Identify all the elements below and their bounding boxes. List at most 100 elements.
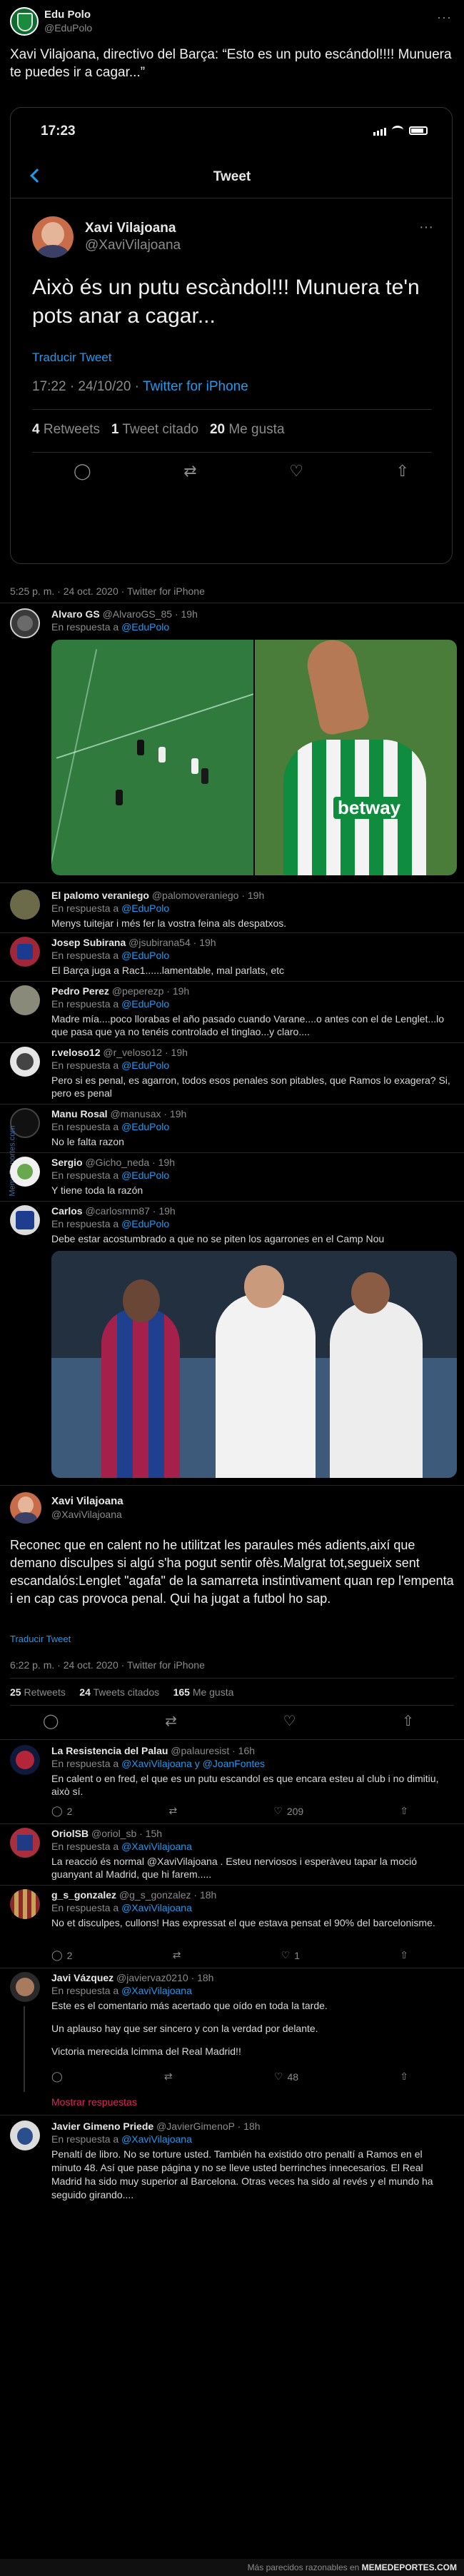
mention-link[interactable]: @XaviVilajoana — [121, 1902, 192, 1913]
author-handle[interactable]: @EduPolo — [44, 22, 92, 34]
share-icon[interactable]: ⇧ — [400, 1805, 408, 1817]
reply-handle[interactable]: @palauresist · 16h — [171, 1745, 255, 1756]
retweet-icon[interactable]: ⇄ — [165, 1712, 177, 1730]
show-replies-link[interactable]: Mostrar respuestas — [51, 2096, 137, 2108]
like-count[interactable]: ♡ 209 — [273, 1805, 303, 1817]
reply-handle[interactable]: @JavierGimenoP · 18h — [156, 2120, 260, 2132]
reply-text: El Barça juga a Rac1......lamentable, ma… — [51, 965, 285, 976]
like-count[interactable]: ♡ 1 — [281, 1949, 300, 1961]
like-icon[interactable]: ♡ — [289, 462, 303, 481]
avatar[interactable] — [10, 7, 39, 36]
avatar[interactable] — [32, 216, 74, 258]
reply-count[interactable]: ◯ 2 — [51, 1805, 72, 1817]
retweet-icon[interactable]: ⇄ — [173, 1949, 181, 1961]
reply-author-name[interactable]: Carlos — [51, 1205, 83, 1217]
phone-author-name[interactable]: Xavi Vilajoana — [85, 221, 176, 236]
reply-handle[interactable]: @r_veloso12 · 19h — [103, 1047, 188, 1058]
quoted-screenshot[interactable]: 17:23 Tweet Xavi Vilajoana @XaviVilajoan… — [10, 107, 453, 564]
mention-link[interactable]: @EduPolo — [121, 902, 169, 914]
mention-link[interactable]: @XaviVilajoana — [121, 1985, 192, 1996]
author-name[interactable]: Edu Polo — [44, 9, 91, 21]
reply-icon[interactable]: ◯ — [51, 2071, 63, 2083]
retweet-icon[interactable]: ⇄ — [169, 1805, 178, 1817]
mention-link[interactable]: @EduPolo — [121, 1060, 169, 1071]
share-icon[interactable]: ⇧ — [400, 2071, 408, 2083]
brand-link[interactable]: MEMEDEPORTES.COM — [362, 2562, 457, 2572]
reply-handle[interactable]: @jsubirana54 · 19h — [128, 937, 216, 948]
translate-link[interactable]: Traducir Tweet — [32, 351, 112, 365]
reply-text: Victoria merecida lcimma del Real Madrid… — [51, 2046, 241, 2057]
mention-link[interactable]: @EduPolo — [121, 621, 169, 633]
mention-link[interactable]: @EduPolo — [121, 950, 169, 961]
reply-icon[interactable]: ◯ — [74, 462, 91, 481]
reply-media[interactable]: betway — [51, 640, 457, 875]
sponsor-logo: betway — [333, 797, 405, 819]
reply-handle[interactable]: @palomoveraniego · 19h — [152, 890, 264, 901]
reply-author-name[interactable]: Josep Subirana — [51, 937, 126, 948]
avatar[interactable] — [10, 2120, 40, 2150]
reply-handle[interactable]: @peperezp · 19h — [112, 985, 189, 997]
avatar[interactable] — [10, 1972, 40, 2002]
reply-author-name[interactable]: OriolSB — [51, 1828, 89, 1839]
mention-link[interactable]: @EduPolo — [121, 1169, 169, 1181]
avatar[interactable] — [10, 1889, 40, 1919]
avatar[interactable] — [10, 1492, 41, 1524]
reply-author-name[interactable]: Javi Vázquez — [51, 1972, 114, 1983]
reply-to: En respuesta a @EduPolo — [51, 902, 170, 914]
avatar[interactable] — [10, 890, 40, 920]
reply-author-name[interactable]: El palomo veraniego — [51, 890, 149, 901]
battery-icon — [409, 126, 428, 135]
reply-handle[interactable]: @g_s_gonzalez · 18h — [119, 1889, 216, 1901]
avatar[interactable] — [10, 1157, 40, 1187]
like-count[interactable]: ♡ 48 — [274, 2071, 298, 2083]
reply-handle[interactable]: @manusax · 19h — [110, 1108, 186, 1120]
mention-link[interactable]: @XaviVilajoana — [121, 1841, 192, 1852]
avatar[interactable] — [10, 1745, 40, 1775]
avatar[interactable] — [10, 608, 40, 638]
share-icon[interactable]: ⇧ — [400, 1949, 408, 1961]
reply-to: En respuesta a @EduPolo — [51, 621, 170, 633]
reply-handle[interactable]: @AlvaroGS_85 · 19h — [103, 608, 198, 620]
reply-author-name[interactable]: g_s_gonzalez — [51, 1889, 116, 1901]
share-icon[interactable]: ⇧ — [402, 1712, 414, 1730]
retweet-icon[interactable]: ⇄ — [183, 462, 196, 481]
reply-media[interactable] — [51, 1251, 457, 1478]
translate-link[interactable]: Traducir Tweet — [10, 1634, 71, 1644]
reply-handle[interactable]: @Gicho_neda · 19h — [85, 1157, 175, 1168]
author-handle[interactable]: @XaviVilajoana — [51, 1509, 122, 1520]
mention-link[interactable]: @EduPolo — [121, 1121, 169, 1132]
source-link[interactable]: Twitter for iPhone — [143, 379, 248, 394]
more-icon[interactable]: ··· — [437, 10, 452, 25]
mention-link[interactable]: @XaviVilajoana — [121, 2133, 192, 2145]
reply-author-name[interactable]: La Resistencia del Palau — [51, 1745, 168, 1756]
mention-link[interactable]: @XaviVilajoana y @JoanFontes — [121, 1758, 265, 1769]
avatar[interactable] — [10, 1205, 40, 1235]
mention-link[interactable]: @EduPolo — [121, 1218, 169, 1229]
reply-handle[interactable]: @javiervaz0210 · 18h — [116, 1972, 213, 1983]
reply-handle[interactable]: @oriol_sb · 15h — [91, 1828, 162, 1839]
reply-author-name[interactable]: r.veloso12 — [51, 1047, 101, 1058]
phone-author-handle[interactable]: @XaviVilajoana — [85, 238, 181, 253]
reply-author-name[interactable]: Sergio — [51, 1157, 83, 1168]
share-icon[interactable]: ⇧ — [396, 462, 409, 481]
like-icon[interactable]: ♡ — [283, 1712, 296, 1730]
mention-link[interactable]: @EduPolo — [121, 998, 169, 1010]
reply-count[interactable]: ◯ 2 — [51, 1949, 72, 1961]
reply-handle[interactable]: @carlosmm87 · 19h — [85, 1205, 175, 1217]
reply-author-name[interactable]: Manu Rosal — [51, 1108, 108, 1120]
more-icon[interactable]: ··· — [419, 219, 433, 236]
tweet-meta: 5:25 p. m. · 24 oct. 2020 · Twitter for … — [10, 585, 205, 597]
reply-author-name[interactable]: Javier Gimeno Priede — [51, 2120, 153, 2132]
retweet-icon[interactable]: ⇄ — [164, 2071, 173, 2083]
avatar[interactable] — [10, 1047, 40, 1077]
avatar[interactable] — [10, 985, 40, 1015]
avatar[interactable] — [10, 1828, 40, 1858]
reply-icon[interactable]: ◯ — [43, 1712, 59, 1730]
reply-author-name[interactable]: Pedro Perez — [51, 985, 109, 997]
tweet-meta: 6:22 p. m. · 24 oct. 2020 · Twitter for … — [10, 1659, 205, 1671]
avatar[interactable] — [10, 937, 40, 967]
tweet-actions: ◯ ⇄ ♡ ⇧ — [43, 1712, 414, 1730]
reply-author-name[interactable]: Alvaro GS — [51, 608, 100, 620]
reply-to: En respuesta a @EduPolo — [51, 950, 170, 961]
author-name[interactable]: Xavi Vilajoana — [51, 1495, 123, 1507]
